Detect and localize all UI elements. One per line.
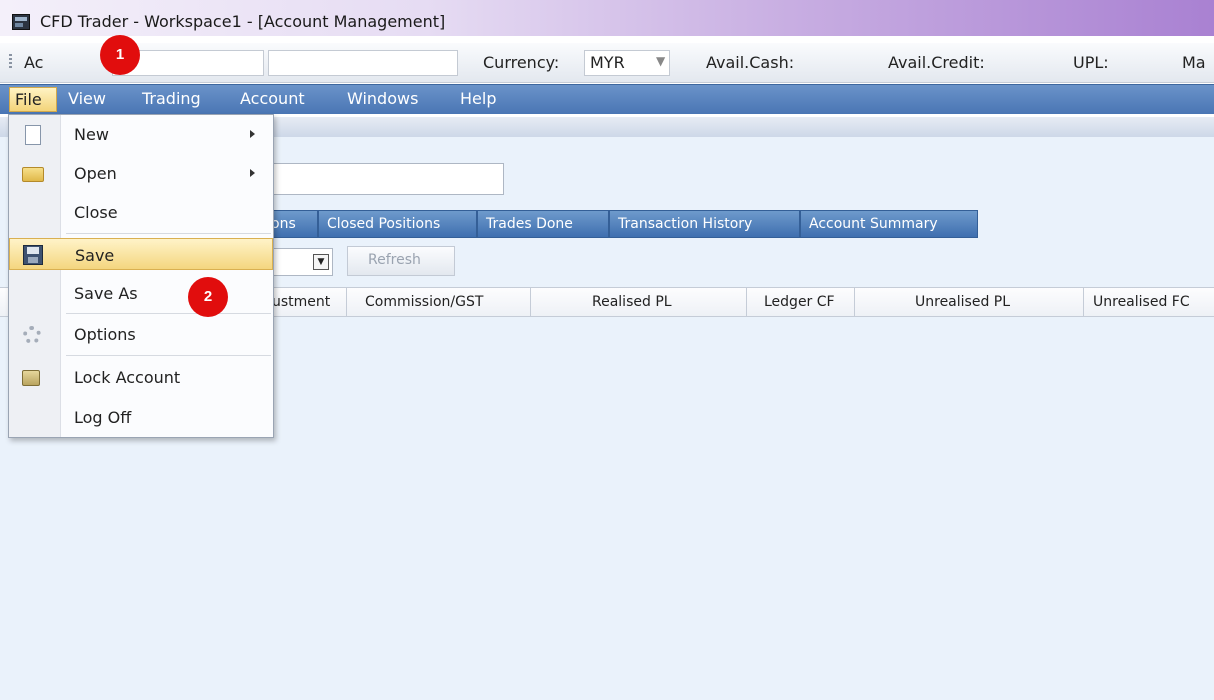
- tab-trades-done[interactable]: Trades Done: [477, 210, 609, 238]
- menu-separator: [66, 233, 271, 234]
- avail-cash-label: Avail.Cash:: [706, 53, 795, 72]
- column-header[interactable]: Unrealised FC: [1093, 294, 1190, 310]
- submenu-arrow-icon: [250, 169, 255, 177]
- title-bar: CFD Trader - Workspace1 - [Account Manag…: [0, 0, 1214, 36]
- currency-select[interactable]: MYR ▼: [584, 50, 670, 76]
- chevron-down-icon: ▼: [656, 54, 666, 68]
- menu-view[interactable]: View: [68, 89, 106, 108]
- menu-item-lock-account[interactable]: Lock Account: [9, 361, 273, 393]
- column-header[interactable]: ustment: [272, 294, 330, 310]
- column-header[interactable]: Commission/GST: [365, 294, 483, 310]
- column-divider: [346, 288, 347, 316]
- currency-value: MYR: [590, 53, 625, 72]
- refresh-button[interactable]: Refresh: [347, 246, 455, 276]
- submenu-arrow-icon: [250, 130, 255, 138]
- menu-item-label: Lock Account: [74, 368, 181, 387]
- tab-account-summary[interactable]: Account Summary: [800, 210, 978, 238]
- account-name-field[interactable]: [268, 50, 458, 76]
- column-divider: [746, 288, 747, 316]
- column-divider: [854, 288, 855, 316]
- menu-item-log-off[interactable]: Log Off: [9, 401, 273, 433]
- menu-item-new[interactable]: New: [9, 118, 273, 150]
- menu-item-label: Save As: [74, 284, 138, 303]
- folder-open-icon: [22, 167, 44, 182]
- menu-windows[interactable]: Windows: [347, 89, 418, 108]
- toolbar-grip-icon[interactable]: [9, 54, 12, 70]
- step-marker-2: 2: [188, 277, 228, 317]
- column-divider: [530, 288, 531, 316]
- menu-file[interactable]: File: [9, 87, 57, 112]
- menu-item-options[interactable]: Options: [9, 318, 273, 350]
- file-menu-dropdown: New Open Close Save Save As Options Lock…: [8, 114, 274, 438]
- column-header[interactable]: Ledger CF: [764, 294, 835, 310]
- step-marker-1: 1: [100, 35, 140, 75]
- chevron-down-icon[interactable]: ▼: [313, 254, 329, 270]
- menu-item-label: Open: [74, 164, 117, 183]
- account-label: Ac: [24, 53, 44, 72]
- filter-select[interactable]: ▼: [268, 248, 333, 276]
- tab-transaction-history[interactable]: Transaction History: [609, 210, 800, 238]
- column-divider: [1083, 288, 1084, 316]
- menu-item-label: Log Off: [74, 408, 132, 427]
- gear-icon: [23, 326, 41, 344]
- menu-account[interactable]: Account: [240, 89, 305, 108]
- lock-icon: [22, 370, 40, 386]
- menu-item-label: New: [74, 125, 109, 144]
- menu-item-label: Save: [75, 246, 115, 265]
- menu-item-save[interactable]: Save: [9, 238, 273, 270]
- menu-separator: [66, 355, 271, 356]
- column-header[interactable]: Realised PL: [592, 294, 672, 310]
- menu-item-open[interactable]: Open: [9, 157, 273, 189]
- menu-separator: [66, 313, 271, 314]
- account-search-input[interactable]: [268, 163, 504, 195]
- menu-item-close[interactable]: Close: [9, 196, 273, 228]
- tab-closed-positions[interactable]: Closed Positions: [318, 210, 477, 238]
- save-icon: [23, 245, 43, 265]
- app-icon: [12, 14, 30, 30]
- menu-item-label: Close: [74, 203, 118, 222]
- margin-label: Ma: [1182, 53, 1206, 72]
- new-document-icon: [25, 125, 41, 145]
- column-header[interactable]: Unrealised PL: [915, 294, 1010, 310]
- menu-trading[interactable]: Trading: [142, 89, 201, 108]
- currency-label: Currency:: [483, 53, 560, 72]
- menu-item-label: Options: [74, 325, 136, 344]
- menu-help[interactable]: Help: [460, 89, 496, 108]
- avail-credit-label: Avail.Credit:: [888, 53, 985, 72]
- upl-label: UPL:: [1073, 53, 1109, 72]
- account-toolbar: Ac Currency: MYR ▼ Avail.Cash: Avail.Cre…: [0, 43, 1214, 83]
- menu-item-save-as[interactable]: Save As: [9, 277, 273, 309]
- window-title: CFD Trader - Workspace1 - [Account Manag…: [40, 12, 446, 31]
- menu-bar: File View Trading Account Windows Help: [0, 84, 1214, 114]
